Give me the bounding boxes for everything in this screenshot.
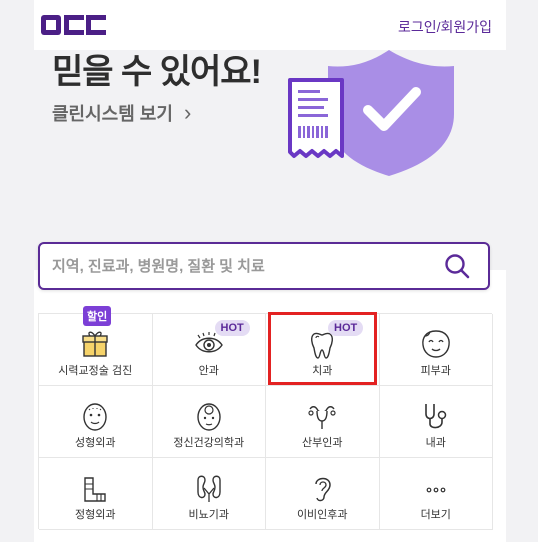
category-eye[interactable]: 안과 HOT [152, 314, 266, 386]
uterus-icon [308, 406, 336, 429]
category-label: 정신건강의학과 [173, 437, 245, 449]
category-label: 비뇨기과 [188, 509, 229, 521]
category-kidney[interactable]: 비뇨기과 [152, 458, 266, 530]
face-icon [421, 330, 450, 358]
category-ear[interactable]: 이비인후과 [266, 458, 380, 530]
search-bar[interactable] [38, 242, 490, 290]
cast-icon [84, 477, 106, 502]
occ-logo[interactable] [39, 14, 107, 36]
category-label: 정형외과 [75, 509, 116, 521]
hero-banner[interactable]: 믿을 수 있어요! 클린시스템 보기 › [34, 50, 506, 271]
category-label: 내과 [425, 437, 446, 449]
more-icon [426, 487, 446, 493]
clean-system-link[interactable]: 클린시스템 보기 › [52, 100, 191, 126]
category-face-bald[interactable]: 성형외과 [39, 386, 153, 458]
hero-title: 믿을 수 있어요! [52, 53, 262, 91]
category-head[interactable]: 정신건강의학과 [152, 386, 266, 458]
clean-system-link-label: 클린시스템 보기 [52, 104, 173, 124]
shield-receipt-illustration [288, 50, 454, 176]
category-uterus[interactable]: 산부인과 [266, 386, 380, 458]
category-stethoscope[interactable]: 내과 [379, 386, 493, 458]
stethoscope-icon [424, 404, 446, 429]
category-grid: 시력교정술 검진 할인 안과 HOT 치과 HOT 피부과 성형외과 정신건강의학과 산부인과 내과… [38, 306, 493, 530]
category-label: 성형외과 [75, 437, 116, 449]
category-label: 이비인후과 [296, 509, 348, 521]
login-signup-link[interactable]: 로그인/회원가입 [398, 17, 492, 37]
category-label: 더보기 [420, 509, 451, 521]
ear-icon [315, 477, 332, 502]
head-icon [197, 403, 221, 431]
category-label: 산부인과 [302, 437, 343, 449]
hot-badge: HOT [214, 320, 250, 336]
chevron-right-icon: › [183, 100, 192, 125]
search-icon[interactable] [444, 253, 470, 279]
category-label: 시력교정술 검진 [58, 365, 133, 377]
gift-icon [82, 331, 108, 357]
category-cast[interactable]: 정형외과 [39, 458, 153, 530]
category-face[interactable]: 피부과 [379, 314, 493, 386]
category-label: 안과 [198, 365, 219, 377]
category-more[interactable]: 더보기 [379, 458, 493, 530]
selection-highlight [268, 312, 377, 385]
header: 로그인/회원가입 [34, 0, 506, 50]
category-gift[interactable]: 시력교정술 검진 할인 [39, 306, 153, 386]
discount-badge: 할인 [83, 306, 112, 326]
search-input[interactable] [52, 244, 432, 288]
face-bald-icon [83, 403, 107, 431]
kidney-icon [197, 475, 221, 502]
app-frame: 로그인/회원가입 믿을 수 있어요! 클린시스템 보기 › 지역, 진료과, 병… [34, 0, 506, 542]
category-label: 피부과 [420, 365, 451, 377]
